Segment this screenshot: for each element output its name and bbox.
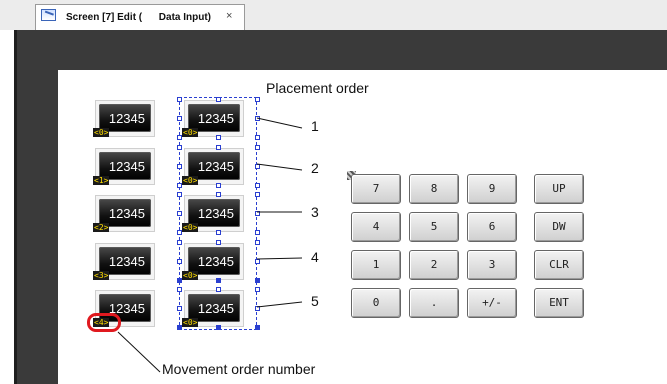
leader-line-1 (256, 117, 303, 129)
leader-line-2 (256, 163, 303, 171)
leader-line-5 (256, 301, 303, 308)
leader-lines (117, 117, 303, 373)
leader-line-4 (256, 257, 303, 260)
leader-line-movement (117, 331, 161, 373)
